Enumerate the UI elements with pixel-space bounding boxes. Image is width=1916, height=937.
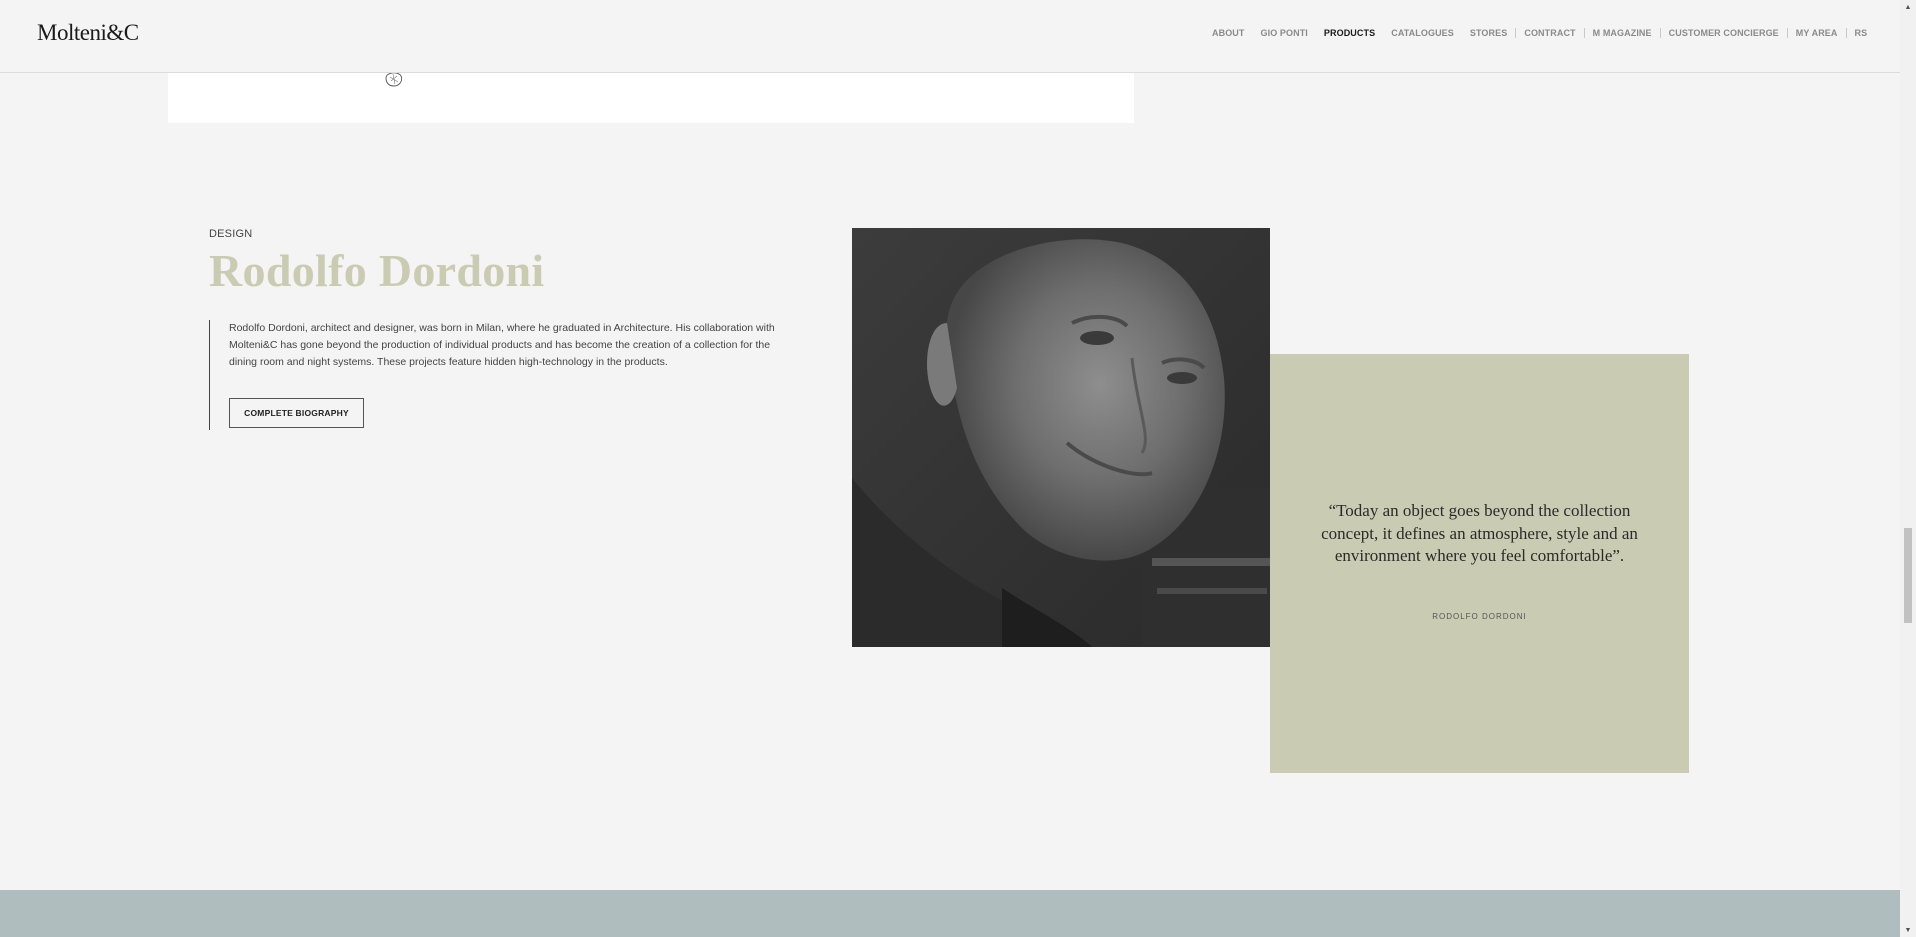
next-section-band [0,890,1900,937]
nav-item-my-area[interactable]: MY AREA [1788,28,1846,38]
section-eyebrow: DESIGN [209,228,253,240]
nav-item-about[interactable]: ABOUT [1212,28,1253,38]
site-header: Molteni&C ABOUT GIO PONTI PRODUCTS CATAL… [0,0,1900,73]
nav-item-products[interactable]: PRODUCTS [1316,28,1383,38]
complete-biography-button[interactable]: COMPLETE BIOGRAPHY [229,398,364,428]
brand-logo[interactable]: Molteni&C [37,20,139,46]
portrait-illustration [852,228,1270,647]
designer-quote: “Today an object goes beyond the collect… [1321,501,1638,565]
nav-item-language[interactable]: RS [1847,28,1876,38]
bio-block: Rodolfo Dordoni, architect and designer,… [209,320,800,430]
previous-section-card [168,72,1134,123]
nav-item-customer-concierge[interactable]: CUSTOMER CONCIERGE [1661,28,1787,38]
nav-item-m-magazine[interactable]: M MAGAZINE [1585,28,1660,38]
scrollbar-thumb[interactable] [1904,528,1912,623]
nav-item-catalogues[interactable]: CATALOGUES [1383,28,1462,38]
scroll-down-arrow-icon[interactable]: ▼ [1900,923,1916,937]
vertical-scrollbar[interactable]: ▲ ▼ [1900,0,1916,937]
portrait-photo [852,228,1270,647]
main-nav: ABOUT GIO PONTI PRODUCTS CATALOGUES STOR… [1212,28,1875,38]
designer-name: Rodolfo Dordoni [209,245,545,296]
designer-bio: Rodolfo Dordoni, architect and designer,… [229,322,775,368]
nav-item-stores[interactable]: STORES [1462,28,1515,38]
nav-item-contract[interactable]: CONTRACT [1516,28,1583,38]
scroll-up-arrow-icon[interactable]: ▲ [1900,0,1916,14]
nav-item-gio-ponti[interactable]: GIO PONTI [1253,28,1316,38]
quote-author: RODOLFO DORDONI [1432,612,1527,621]
quote-box: “Today an object goes beyond the collect… [1270,354,1689,773]
